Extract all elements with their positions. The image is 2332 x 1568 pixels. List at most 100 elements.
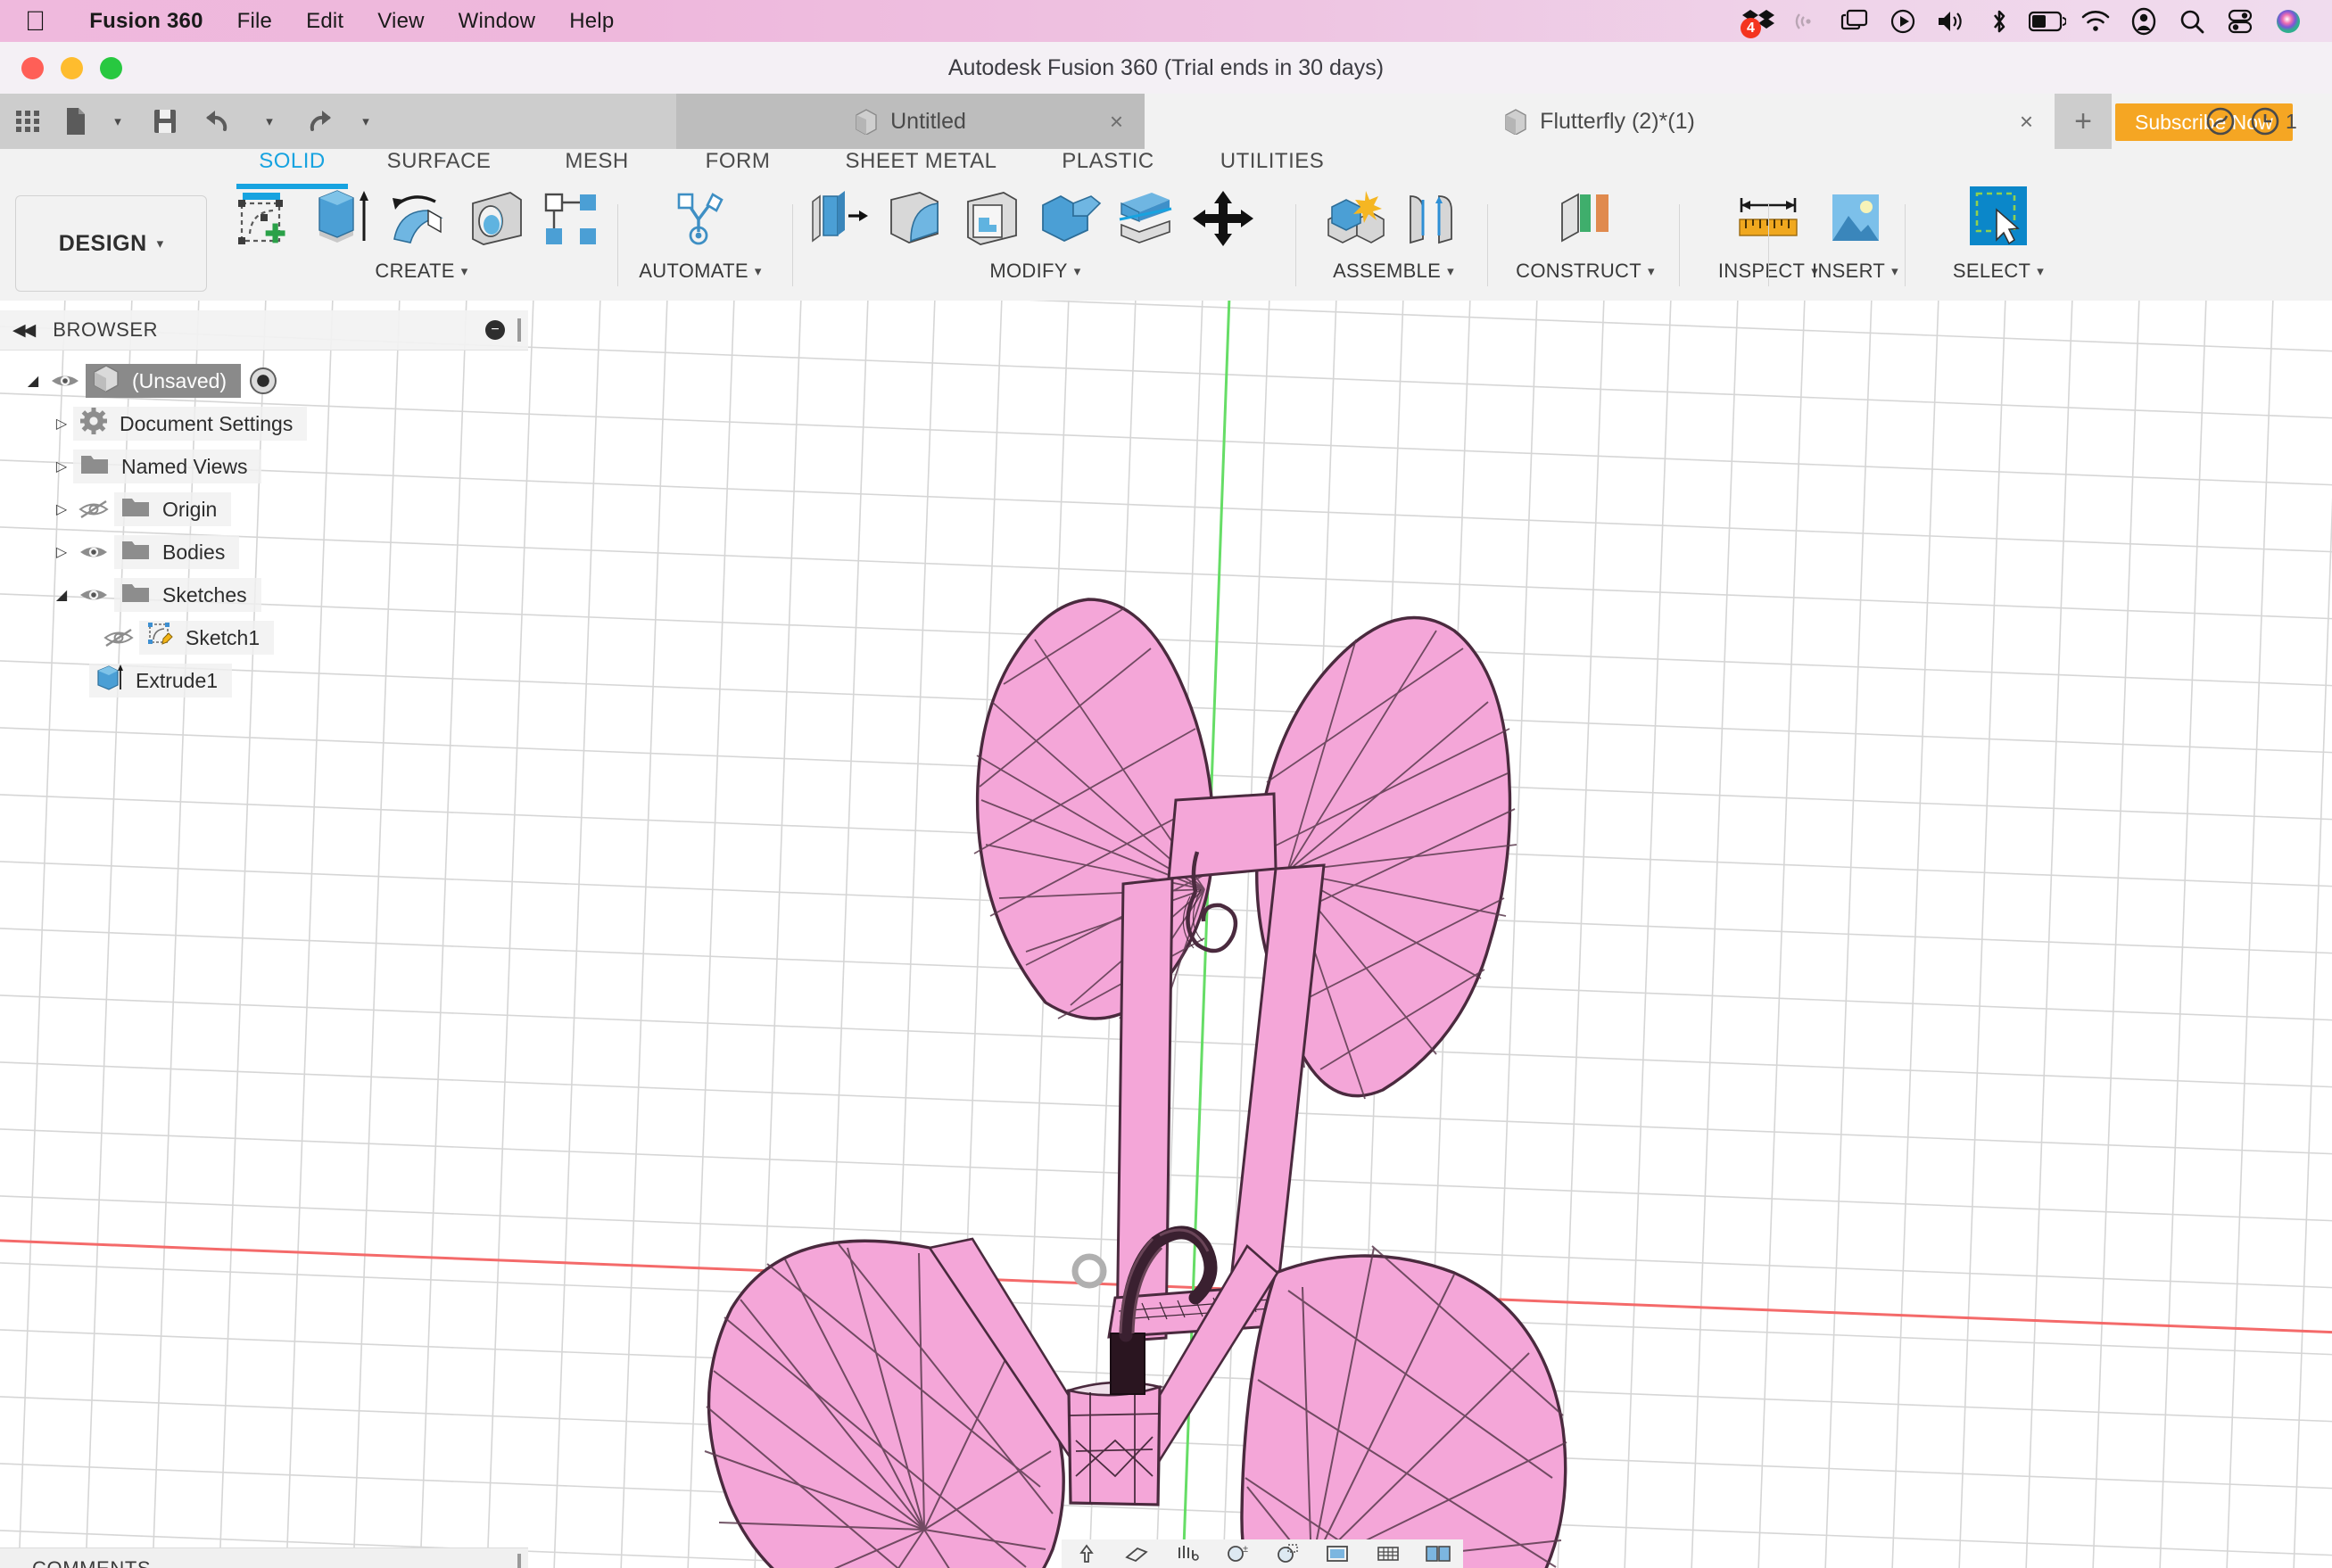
now-playing-icon[interactable] (1879, 0, 1927, 42)
panel-resize-handle[interactable] (517, 318, 521, 342)
tree-item-extrude1[interactable]: Extrude1 (89, 664, 233, 697)
tree-item-origin[interactable]: Origin (114, 492, 232, 526)
control-center-icon[interactable] (2216, 0, 2264, 42)
automate-icon[interactable] (662, 185, 739, 252)
rectangular-pattern-icon[interactable] (534, 185, 611, 252)
expand-arrow-icon[interactable]: ▷ (50, 415, 73, 433)
job-status-clock-icon[interactable]: 1 (2250, 94, 2297, 149)
joint-icon[interactable] (1393, 185, 1470, 252)
dropbox-icon[interactable]: 4 (1734, 0, 1782, 42)
tree-row-unsaved[interactable]: ◢ (Unsaved) (0, 359, 528, 402)
screen-mirroring-icon[interactable] (1831, 0, 1879, 42)
apple-logo-icon[interactable]:  (25, 7, 45, 35)
expand-arrow-icon[interactable]: ▷ (50, 500, 73, 518)
shell-icon[interactable] (955, 185, 1031, 252)
ribbon-tab-utilities[interactable]: UTILITIES (1192, 149, 1352, 185)
expand-arrow-icon[interactable]: ▷ (50, 543, 73, 561)
comments-resize-handle[interactable] (517, 1554, 521, 1568)
menu-item-view[interactable]: View (360, 9, 441, 34)
collapse-left-icon[interactable]: ◀◀ (12, 320, 36, 341)
insert-image-icon[interactable] (1817, 185, 1894, 252)
ribbon-tab-plastic[interactable]: PLASTIC (1037, 149, 1179, 185)
user-account-icon[interactable] (2120, 0, 2168, 42)
tree-row-document-settings[interactable]: ▷ Document Settings (0, 402, 528, 445)
visibility-eye-hidden-icon[interactable] (73, 499, 114, 519)
visibility-eye-icon[interactable] (73, 542, 114, 562)
new-file-dropdown[interactable]: ▾ (96, 94, 137, 149)
bluetooth-icon[interactable] (1975, 0, 2023, 42)
close-icon[interactable]: × (1110, 108, 1123, 136)
expand-arrow-icon[interactable]: ▷ (50, 458, 73, 475)
ribbon-group-label-create[interactable]: CREATE ▾ (227, 260, 616, 283)
viewports-icon[interactable] (1417, 1539, 1460, 1568)
save-button[interactable] (137, 94, 193, 149)
display-settings-icon[interactable] (1316, 1539, 1359, 1568)
ribbon-tab-surface[interactable]: SURFACE (368, 149, 510, 185)
ribbon-group-label-construct[interactable]: CONSTRUCT ▾ (1496, 260, 1675, 283)
app-grid-button[interactable] (0, 94, 55, 149)
new-tab-button[interactable]: + (2055, 94, 2112, 149)
help-icon[interactable] (2205, 94, 2236, 149)
comments-panel[interactable]: COMMENTS (0, 1547, 528, 1568)
tree-row-bodies[interactable]: ▷ Bodies (0, 531, 528, 574)
move-copy-icon[interactable] (1185, 185, 1261, 252)
split-face-icon[interactable] (1108, 185, 1185, 252)
menu-item-fusion360[interactable]: Fusion 360 (72, 9, 219, 34)
zoom-icon[interactable]: ± (1216, 1539, 1259, 1568)
menu-item-file[interactable]: File (220, 9, 289, 34)
expand-arrow-icon[interactable]: ◢ (21, 372, 45, 390)
ribbon-tab-form[interactable]: FORM (680, 149, 796, 185)
create-sketch-icon[interactable] (227, 185, 304, 252)
document-tab-flutterfly[interactable]: Flutterfly (2)*(1) × (1145, 94, 2055, 149)
offset-plane-icon[interactable] (1547, 185, 1624, 252)
menu-item-window[interactable]: Window (442, 9, 553, 34)
tree-item-sketches[interactable]: Sketches (114, 578, 261, 612)
tree-row-sketches[interactable]: ◢ Sketches (0, 574, 528, 616)
new-component-icon[interactable] (1317, 185, 1393, 252)
tree-row-extrude1[interactable]: Extrude1 (0, 659, 528, 702)
combine-icon[interactable] (1031, 185, 1108, 252)
press-pull-icon[interactable] (801, 185, 878, 252)
tree-item-sketch1[interactable]: Sketch1 (139, 621, 275, 655)
tree-item-named-views[interactable]: Named Views (73, 450, 262, 483)
tree-row-sketch1[interactable]: Sketch1 (0, 616, 528, 659)
ribbon-group-label-select[interactable]: SELECT ▾ (1914, 260, 2083, 283)
battery-icon[interactable] (2023, 0, 2072, 42)
fillet-icon[interactable] (878, 185, 955, 252)
orbit-icon[interactable] (1065, 1539, 1108, 1568)
select-tool-icon[interactable] (1960, 185, 2037, 252)
pan-icon[interactable] (1115, 1539, 1158, 1568)
redo-dropdown[interactable]: ▾ (344, 94, 385, 149)
undo-button[interactable] (193, 94, 248, 149)
wifi-icon[interactable] (2072, 0, 2120, 42)
ribbon-group-label-assemble[interactable]: ASSEMBLE ▾ (1304, 260, 1483, 283)
tree-row-origin[interactable]: ▷ Origin (0, 488, 528, 531)
workspace-selector[interactable]: DESIGN ▾ (15, 195, 207, 292)
document-tab-untitled[interactable]: Untitled × (676, 94, 1145, 149)
undo-dropdown[interactable]: ▾ (248, 94, 289, 149)
ribbon-group-label-insert[interactable]: INSERT ▾ (1777, 260, 1933, 283)
volume-icon[interactable] (1927, 0, 1975, 42)
menu-item-edit[interactable]: Edit (289, 9, 360, 34)
close-icon[interactable]: × (2020, 108, 2033, 136)
look-at-icon[interactable] (1166, 1539, 1209, 1568)
zoom-window-icon[interactable] (1266, 1539, 1309, 1568)
ribbon-group-label-automate[interactable]: AUTOMATE ▾ (624, 260, 776, 283)
visibility-eye-hidden-icon[interactable] (98, 628, 139, 648)
extrude-icon[interactable] (304, 185, 381, 252)
tree-item-unsaved[interactable]: (Unsaved) (86, 364, 242, 398)
siri-icon[interactable] (2264, 0, 2312, 42)
redo-button[interactable] (289, 94, 344, 149)
revolve-icon[interactable] (381, 185, 458, 252)
new-file-button[interactable] (55, 94, 96, 149)
minimize-icon[interactable]: − (485, 320, 505, 340)
tree-item-bodies[interactable]: Bodies (114, 535, 240, 569)
menu-item-help[interactable]: Help (552, 9, 631, 34)
spotlight-search-icon[interactable] (2168, 0, 2216, 42)
expand-arrow-icon[interactable]: ◢ (50, 586, 73, 604)
ribbon-group-label-modify[interactable]: MODIFY ▾ (801, 260, 1269, 283)
ribbon-tab-solid[interactable]: SOLID (236, 149, 348, 189)
visibility-eye-icon[interactable] (45, 371, 86, 391)
activate-component-radio[interactable] (250, 367, 277, 394)
airdrop-icon[interactable] (1782, 0, 1831, 42)
